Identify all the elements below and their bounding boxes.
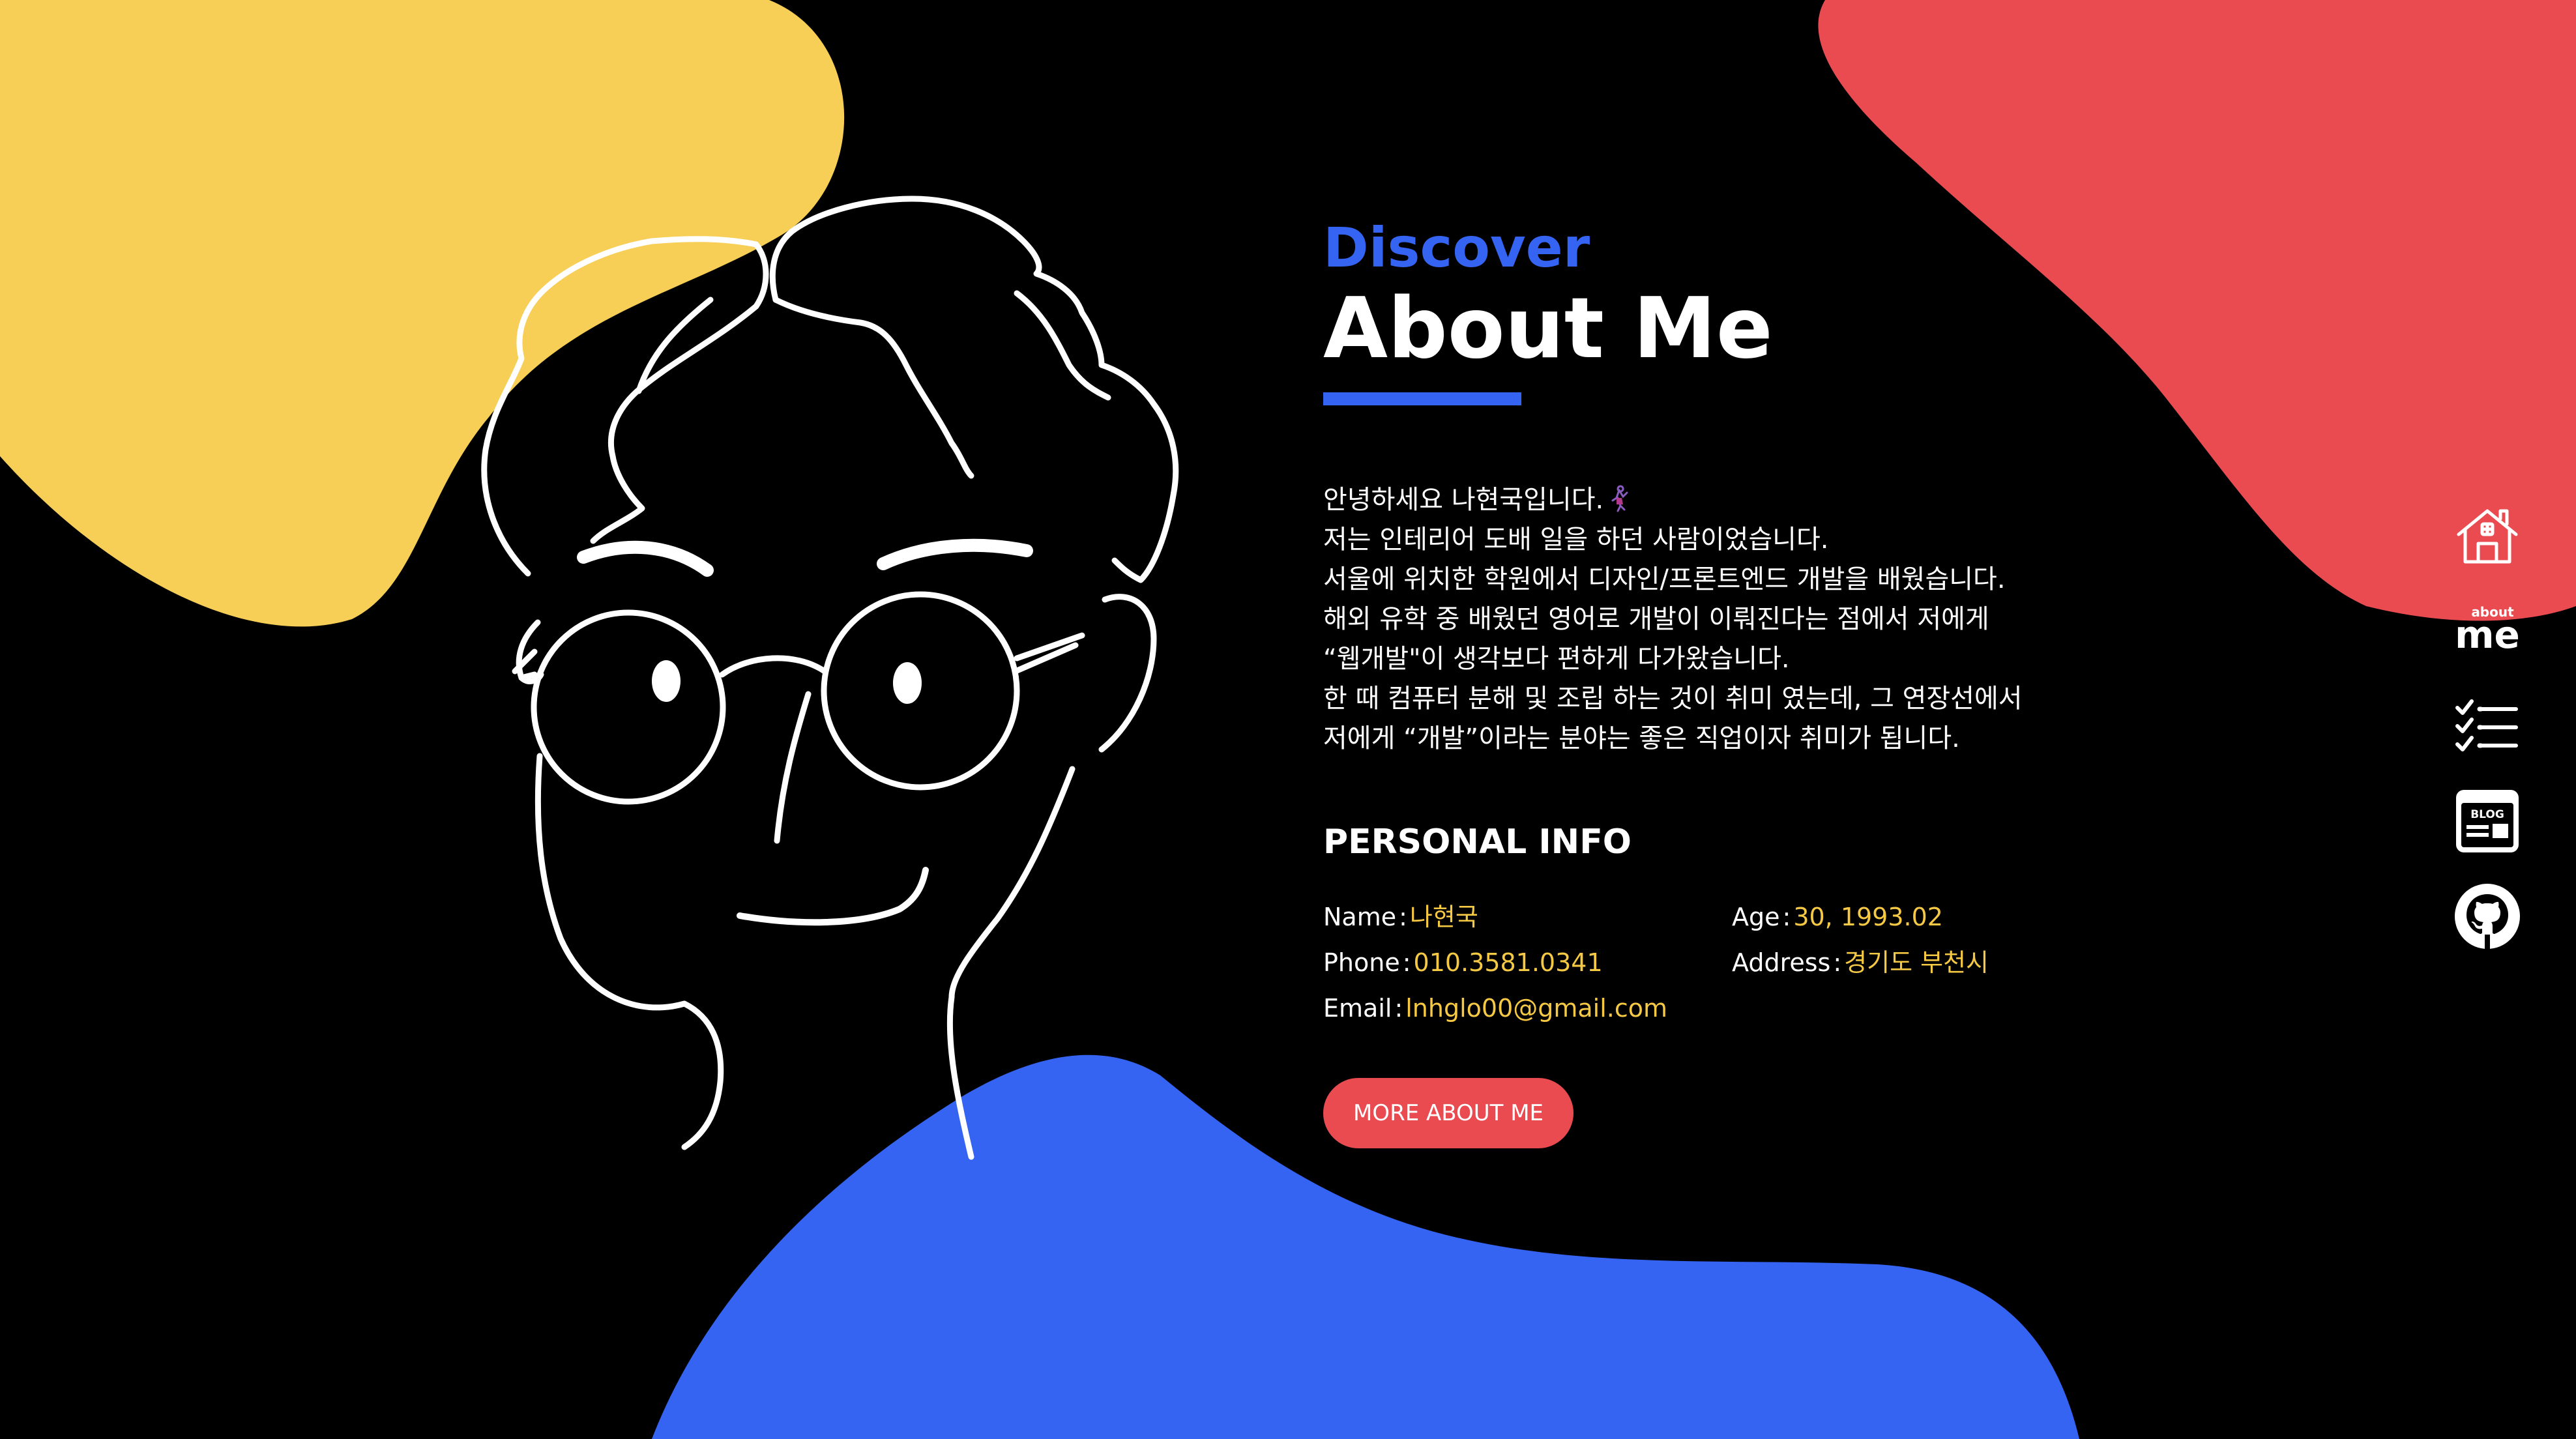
info-phone-value: 010.3581.0341: [1413, 948, 1603, 977]
info-separator: :: [1782, 903, 1791, 931]
hair-strand: [772, 297, 974, 479]
info-email-label: Email: [1323, 994, 1392, 1023]
checklist-icon[interactable]: [2452, 691, 2523, 761]
title-underline: [1323, 392, 1521, 405]
right-pupil: [893, 662, 922, 704]
info-email: Email: lnhglo00@gmail.com: [1323, 989, 1732, 1027]
more-about-me-button[interactable]: MORE ABOUT ME: [1323, 1078, 1573, 1148]
info-separator: :: [1833, 948, 1842, 977]
left-pupil: [652, 660, 681, 702]
personal-info-grid: Name: 나현국 Age:30, 1993.02 Phone:010.3581.…: [1323, 898, 2236, 1027]
info-separator: :: [1402, 948, 1411, 977]
dancer-emoji-icon: [1611, 485, 1628, 512]
left-lens: [531, 609, 726, 805]
glasses-bridge: [719, 655, 828, 678]
info-address-value: 경기도 부천시: [1844, 948, 1989, 977]
intro-line-6: 한 때 컴퓨터 분해 및 조립 하는 것이 취미 였는데, 그 연장선에서: [1323, 684, 2023, 714]
info-age: Age:30, 1993.02: [1732, 898, 2123, 936]
face-right-outline: [946, 766, 1076, 1160]
info-phone-label: Phone: [1323, 948, 1400, 977]
blog-icon[interactable]: BLOG: [2452, 786, 2523, 856]
personal-info-title: PERSONAL INFO: [1323, 822, 1632, 862]
about-page: Discover About Me 안녕하세요 나현국입니다. 저는 인테리어 …: [0, 0, 2576, 1439]
smile: [737, 867, 929, 926]
github-icon[interactable]: [2452, 881, 2523, 952]
intro-paragraph: 안녕하세요 나현국입니다. 저는 인테리어 도배 일을 하던 사람이었습니다. …: [1323, 480, 2236, 759]
home-icon[interactable]: [2452, 502, 2523, 572]
right-eyebrow: [877, 538, 1033, 570]
hair-strand-2: [1014, 290, 1111, 401]
left-eyebrow: [577, 540, 714, 577]
intro-line-3: 서울에 위치한 학원에서 디자인/프론트엔드 개발을 배웠습니다.: [1323, 564, 2006, 594]
info-phone: Phone:010.3581.0341: [1323, 944, 1732, 981]
info-name-label: Name: [1323, 903, 1397, 931]
info-email-link[interactable]: lnhglo00@gmail.com: [1405, 994, 1667, 1023]
intro-line-1: 안녕하세요 나현국입니다.: [1323, 480, 2236, 520]
info-age-value: 30, 1993.02: [1793, 903, 1943, 931]
hair-left-outline: [481, 236, 769, 577]
face-left-outline: [534, 753, 724, 1150]
info-address-label: Address: [1732, 948, 1831, 977]
section-kicker: Discover: [1323, 216, 1590, 280]
about-me-icon[interactable]: about me: [2452, 593, 2523, 663]
page-title: About Me: [1323, 280, 1773, 377]
nose: [774, 691, 812, 844]
info-separator: :: [1394, 994, 1403, 1023]
info-separator: :: [1399, 903, 1407, 931]
info-name-value: 나현국: [1409, 903, 1478, 931]
about-content: Discover About Me 안녕하세요 나현국입니다. 저는 인테리어 …: [1323, 215, 2236, 1148]
intro-line-4: 해외 유학 중 배웠던 영어로 개발이 이뤄진다는 점에서 저에게: [1323, 604, 1989, 634]
blog-icon-text: BLOG: [2470, 808, 2504, 821]
about-me-icon-large-text: me: [2455, 613, 2520, 657]
intro-line-5: “웹개발"이 생각보다 편하게 다가왔습니다.: [1323, 644, 1790, 674]
hair-right-outline: [769, 196, 1179, 583]
glasses-arm-right: [1012, 632, 1085, 675]
info-name: Name: 나현국: [1323, 898, 1732, 936]
intro-line-7: 저에게 “개발”이라는 분야는 좋은 직업이자 취미가 됩니다.: [1323, 723, 1960, 753]
info-address: Address: 경기도 부천시: [1732, 944, 2123, 981]
intro-line-2: 저는 인테리어 도배 일을 하던 사람이었습니다.: [1323, 525, 1829, 555]
info-age-label: Age: [1732, 903, 1780, 931]
right-ear: [1098, 594, 1157, 753]
